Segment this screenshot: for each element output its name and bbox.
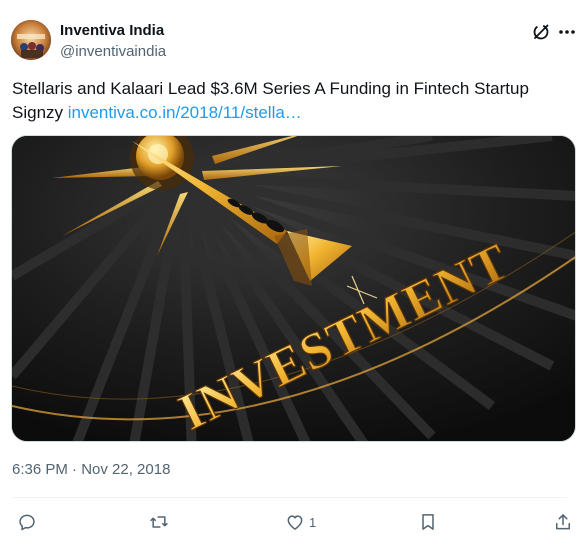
divider [12, 497, 567, 498]
retweet-button[interactable] [149, 510, 173, 534]
golden-compass-investment-image: INVESTMENT [12, 136, 575, 441]
bookmark-icon [422, 514, 434, 530]
author-name[interactable]: Inventiva India [60, 22, 166, 40]
bookmark-button[interactable] [418, 510, 442, 534]
grok-icon [533, 24, 549, 40]
reply-icon [19, 514, 35, 531]
share-icon [556, 514, 570, 530]
grok-button[interactable] [530, 21, 552, 43]
more-dots-icon [559, 30, 575, 34]
tweet-timestamp[interactable]: 6:36 PM · Nov 22, 2018 [12, 460, 170, 480]
retweet-icon [150, 516, 168, 528]
like-button[interactable]: 1 [285, 510, 316, 534]
author-avatar[interactable] [11, 20, 51, 60]
author-info: Inventiva India @inventivaindia [60, 22, 166, 61]
reply-button[interactable] [17, 510, 41, 534]
share-button[interactable] [553, 510, 573, 534]
heart-icon [287, 515, 303, 530]
tweet: Inventiva India @inventivaindia Stellari… [0, 0, 577, 548]
tweet-media-image[interactable]: INVESTMENT [11, 135, 576, 442]
like-count: 1 [309, 514, 317, 530]
tweet-text: Stellaris and Kalaari Lead $3.6M Series … [12, 77, 567, 125]
inventiva-logo-avatar-icon [11, 20, 51, 60]
more-options-button[interactable] [556, 21, 577, 43]
author-handle[interactable]: @inventivaindia [60, 42, 166, 61]
tweet-link[interactable]: inventiva.co.in/2018/11/stella… [68, 103, 302, 122]
